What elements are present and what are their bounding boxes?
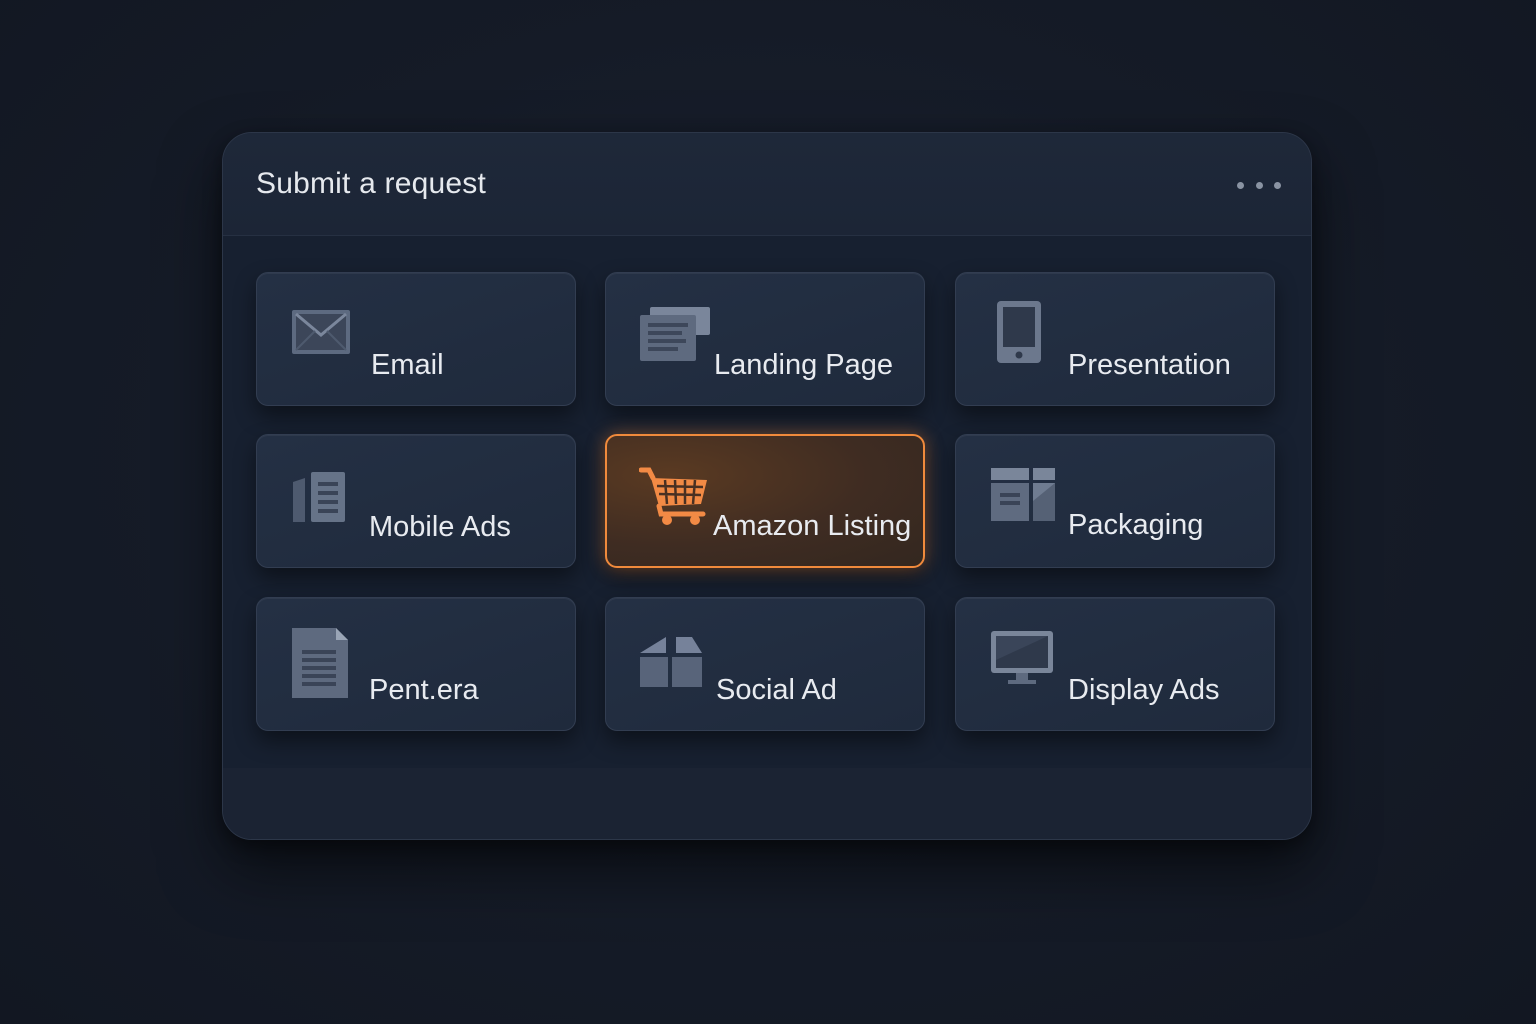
tile-landing-page[interactable]: Landing Page xyxy=(605,272,925,406)
tile-amazon-listing[interactable]: Amazon Listing xyxy=(605,434,925,568)
tablet-icon xyxy=(997,301,1041,363)
shopping-cart-icon xyxy=(639,467,707,525)
tile-label: Social Ad xyxy=(716,674,837,706)
tile-label: Pent.era xyxy=(369,674,479,706)
tile-label: Amazon Listing xyxy=(713,510,912,542)
packaging-icon xyxy=(991,468,1055,521)
monitor-icon xyxy=(991,631,1053,684)
tile-packaging[interactable]: Packaging xyxy=(955,434,1275,568)
tile-label: Packaging xyxy=(1068,509,1204,541)
tile-social-ad[interactable]: Social Ad xyxy=(605,597,925,731)
more-options-button[interactable] xyxy=(1237,177,1281,193)
tile-label: Mobile Ads xyxy=(369,511,511,543)
social-ad-icon xyxy=(640,637,702,687)
document-icon xyxy=(292,628,348,698)
panel-footer xyxy=(223,768,1311,839)
tile-label: Email xyxy=(371,349,444,381)
more-dot-icon xyxy=(1237,181,1244,189)
tile-pentera[interactable]: Pent.era xyxy=(256,597,576,731)
panel-title: Submit a request xyxy=(256,167,486,200)
landing-page-icon xyxy=(640,307,710,361)
tile-label: Display Ads xyxy=(1068,674,1220,706)
panel-header: Submit a request xyxy=(223,133,1311,236)
tile-presentation[interactable]: Presentation xyxy=(955,272,1275,406)
tile-mobile-ads[interactable]: Mobile Ads xyxy=(256,434,576,568)
more-dot-icon xyxy=(1255,181,1263,189)
tile-email[interactable]: Email xyxy=(256,272,576,406)
more-dot-icon xyxy=(1274,181,1281,189)
tile-label: Presentation xyxy=(1068,349,1231,381)
tile-display-ads[interactable]: Display Ads xyxy=(955,597,1275,731)
envelope-icon xyxy=(292,310,350,354)
mobile-ads-icon xyxy=(293,472,345,522)
tile-label: Landing Page xyxy=(714,349,893,381)
